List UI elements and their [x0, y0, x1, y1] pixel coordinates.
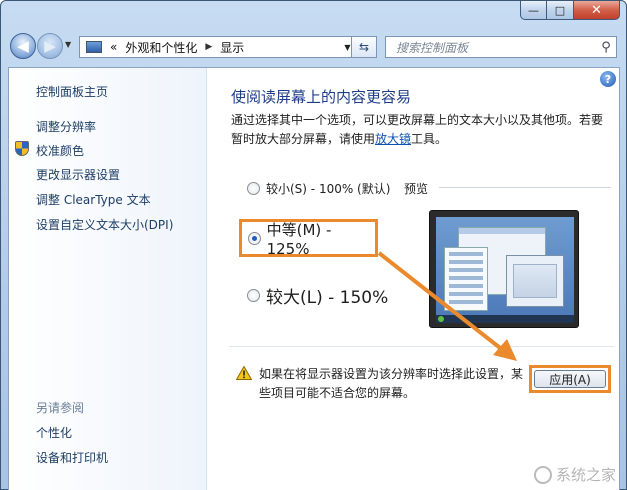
back-arrow-icon: ◀ — [17, 37, 29, 55]
radio-small[interactable] — [247, 182, 260, 195]
preview-monitor — [429, 210, 579, 328]
page-description: 通过选择其中一个选项，可以更改屏幕上的文本大小以及其他项。若要暂时放大部分屏幕，… — [231, 111, 611, 149]
option-large-label[interactable]: 较大(L) - 150% — [266, 283, 388, 308]
preview-label: 预览 — [404, 182, 429, 196]
control-panel-icon — [86, 41, 102, 53]
start-orb-icon — [438, 316, 444, 322]
warning-divider — [229, 346, 614, 347]
refresh-button[interactable]: ⇆ — [351, 36, 377, 58]
window-content: 控制面板主页 调整分辨率 校准颜色 更改显示器设置 调整 ClearType 文… — [8, 67, 620, 490]
warning-icon — [236, 366, 252, 380]
recent-pages-dropdown[interactable]: ▼ — [65, 40, 71, 49]
uac-shield-icon — [15, 141, 29, 156]
breadcrumb-display[interactable]: 显示 — [220, 39, 244, 56]
address-bar[interactable]: « 外观和个性化 ▶ 显示 — [79, 36, 349, 58]
magnifier-link[interactable]: 放大镜 — [375, 132, 411, 146]
window-frame: — □ ✕ ◀ ▶ ▼ « 外观和个性化 ▶ 显示 ▼ ⇆ 搜索控制面板 ⚲ 控… — [0, 0, 627, 490]
sidebar-link-custom-dpi[interactable]: 设置自定义文本大小(DPI) — [36, 216, 173, 233]
breadcrumb-prefix[interactable]: « — [110, 40, 117, 54]
watermark: 系统之家 — [533, 464, 616, 485]
sidebar-link-devices-printers[interactable]: 设备和打印机 — [36, 449, 108, 466]
option-medium[interactable]: 中等(M) - 125% — [239, 219, 378, 258]
breadcrumb-separator-icon[interactable]: ▶ — [205, 42, 212, 52]
forward-button[interactable]: ▶ — [37, 33, 63, 59]
caption-buttons: — □ ✕ — [520, 1, 620, 21]
main-panel: ? 使阅读屏幕上的内容更容易 通过选择其中一个选项，可以更改屏幕上的文本大小以及… — [209, 68, 619, 490]
sidebar-link-display-settings[interactable]: 更改显示器设置 — [36, 166, 120, 183]
back-button[interactable]: ◀ — [10, 33, 36, 59]
see-also-heading: 另请参阅 — [36, 401, 85, 415]
watermark-text: 系统之家 — [555, 466, 616, 484]
search-box[interactable]: 搜索控制面板 ⚲ — [385, 36, 617, 58]
watermark-logo-icon — [533, 465, 552, 484]
sidebar-link-calibrate[interactable]: 校准颜色 — [36, 142, 84, 159]
option-small[interactable]: 较小(S) - 100% (默认) — [247, 180, 390, 197]
option-medium-label[interactable]: 中等(M) - 125% — [267, 219, 375, 258]
sidebar-link-personalization[interactable]: 个性化 — [36, 424, 72, 441]
sidebar-link-cleartype[interactable]: 调整 ClearType 文本 — [36, 191, 151, 208]
warning-text: 如果在将显示器设置为该分辨率时选择此设置，某些项目可能不适合您的屏幕。 — [259, 367, 524, 400]
radio-medium[interactable] — [248, 231, 261, 245]
search-icon[interactable]: ⚲ — [596, 40, 616, 55]
radio-large[interactable] — [247, 289, 260, 302]
option-small-label[interactable]: 较小(S) - 100% (默认) — [266, 180, 390, 197]
sidebar-link-resolution[interactable]: 调整分辨率 — [36, 118, 96, 135]
preview-window-front — [506, 255, 564, 307]
chevron-down-icon: ▼ — [344, 42, 351, 52]
search-input[interactable]: 搜索控制面板 — [396, 39, 596, 56]
preview-divider — [439, 187, 611, 188]
option-large[interactable]: 较大(L) - 150% — [247, 283, 388, 308]
sidebar: 控制面板主页 调整分辨率 校准颜色 更改显示器设置 调整 ClearType 文… — [9, 68, 207, 490]
apply-button-highlight: 应用(A) — [529, 365, 611, 393]
close-button[interactable]: ✕ — [574, 1, 620, 20]
sidebar-link-home[interactable]: 控制面板主页 — [36, 83, 108, 100]
navigation-bar: ◀ ▶ ▼ « 外观和个性化 ▶ 显示 ▼ ⇆ 搜索控制面板 ⚲ — [9, 31, 619, 61]
preview-taskbar — [436, 315, 574, 323]
help-icon[interactable]: ? — [600, 71, 616, 87]
minimize-button[interactable]: — — [520, 1, 547, 20]
preview-screen — [436, 217, 574, 323]
page-title: 使阅读屏幕上的内容更容易 — [231, 88, 412, 106]
maximize-button[interactable]: □ — [547, 1, 574, 20]
apply-button[interactable]: 应用(A) — [534, 370, 606, 388]
preview-window-left — [444, 247, 488, 311]
refresh-icon: ⇆ — [358, 40, 370, 54]
description-text-end: 工具。 — [411, 132, 448, 146]
breadcrumb-appearance[interactable]: 外观和个性化 — [125, 39, 197, 56]
forward-arrow-icon: ▶ — [44, 37, 56, 55]
